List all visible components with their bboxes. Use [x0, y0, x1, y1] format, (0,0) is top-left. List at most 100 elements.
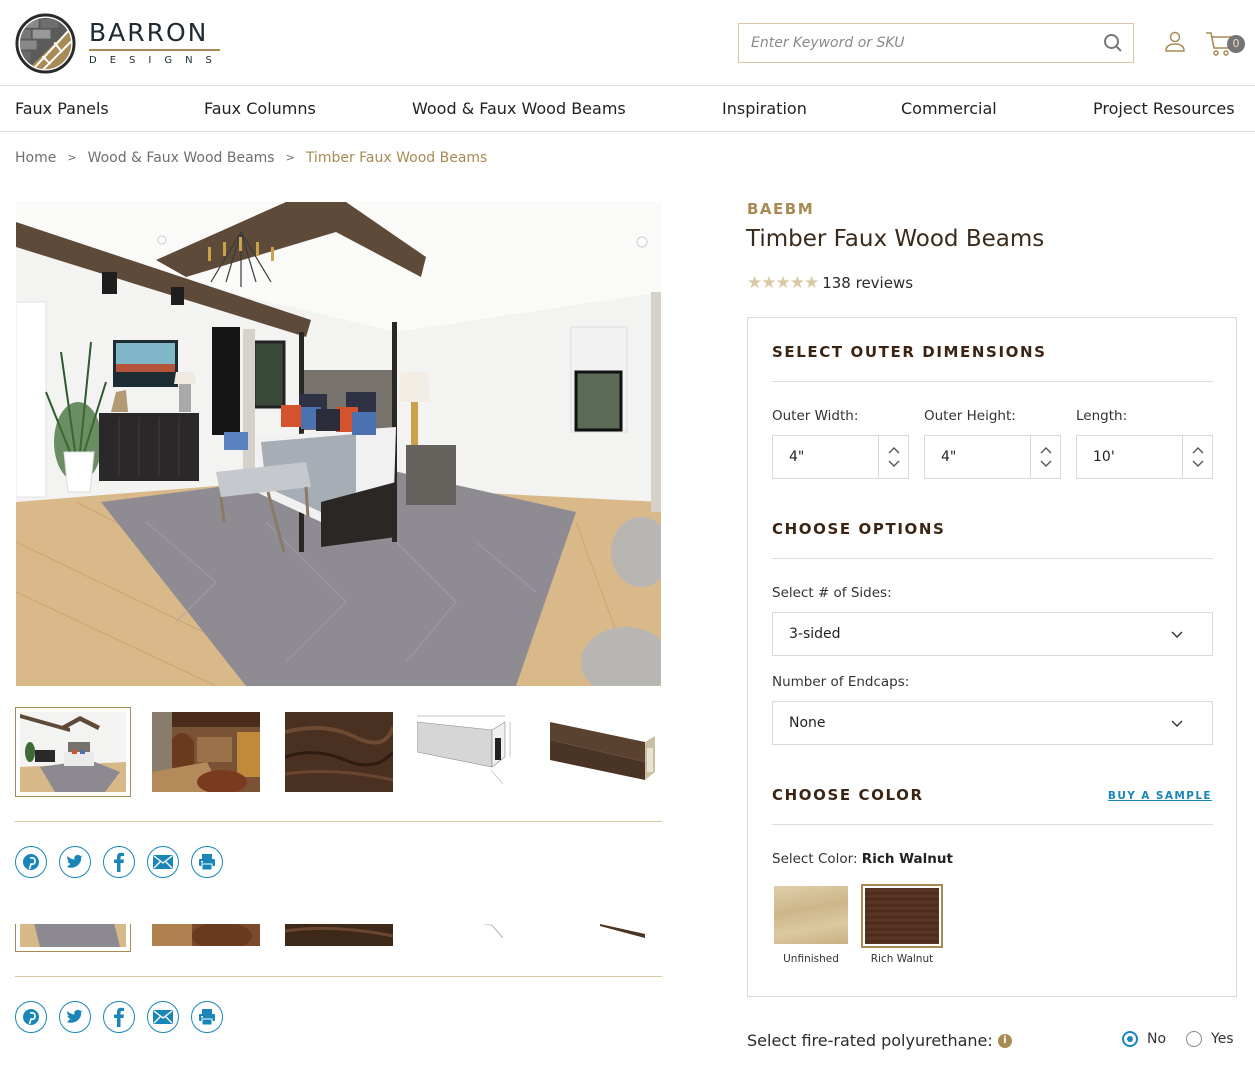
breadcrumb-home[interactable]: Home [15, 150, 56, 166]
account-button[interactable] [1163, 30, 1187, 54]
color-heading: CHOOSE COLOR [772, 786, 924, 804]
thumbnail-strip-duplicate [15, 924, 665, 952]
info-icon[interactable]: i [997, 1033, 1012, 1048]
fire-rated-label: Select fire-rated polyurethane: [747, 1031, 993, 1050]
thumbnail-bedroom[interactable] [15, 707, 131, 797]
gallery-divider [15, 976, 662, 977]
bedroom-scene-image [16, 202, 661, 686]
pinterest-icon [23, 1009, 39, 1025]
endcaps-select[interactable]: None [772, 701, 1213, 745]
thumbnail-wine-room[interactable] [152, 712, 260, 792]
length-stepper[interactable]: 10' [1076, 435, 1213, 479]
breadcrumb-separator: > [67, 151, 77, 164]
chevron-down-icon[interactable] [887, 459, 901, 468]
thumbnail-dimension-diagram[interactable] [417, 924, 525, 946]
buy-sample-link[interactable]: BUY A SAMPLE [1108, 790, 1212, 802]
nav-item-wood-beams[interactable]: Wood & Faux Wood Beams [412, 99, 626, 118]
share-buttons-duplicate [15, 1001, 223, 1033]
user-icon [1165, 31, 1185, 52]
chevron-down-icon [1171, 631, 1183, 638]
swatch-rich-walnut[interactable] [861, 884, 943, 948]
sides-select[interactable]: 3-sided [772, 612, 1213, 656]
thumbnail-dimension-diagram[interactable] [417, 712, 525, 792]
outer-width-value[interactable]: 4" [773, 436, 878, 478]
search-input[interactable] [739, 24, 1093, 62]
thumbnail-beam-product[interactable] [550, 924, 658, 946]
unfinished-color-chip [774, 886, 848, 944]
endcaps-label: Number of Endcaps: [772, 674, 910, 690]
print-icon [199, 1009, 215, 1026]
share-twitter-button[interactable] [59, 1001, 91, 1033]
search-box [738, 23, 1134, 63]
twitter-icon [67, 854, 83, 868]
thumbnail-beam-product[interactable] [550, 712, 658, 792]
chevron-up-icon[interactable] [887, 446, 901, 455]
thumbnail-bedroom[interactable] [15, 924, 131, 952]
nav-item-commercial[interactable]: Commercial [901, 99, 997, 118]
share-pinterest-button[interactable] [15, 846, 47, 878]
email-icon [153, 1010, 173, 1024]
print-icon [199, 854, 215, 871]
breadcrumb-separator: > [285, 151, 295, 164]
nav-item-faux-panels[interactable]: Faux Panels [15, 99, 109, 118]
share-pinterest-button[interactable] [15, 1001, 47, 1033]
share-facebook-button[interactable] [103, 846, 135, 878]
search-icon [1104, 34, 1122, 52]
logo-divider [89, 49, 220, 51]
brand-logo[interactable]: BARRON DESIGNS [15, 13, 225, 74]
product-rating[interactable]: ★★★★★ 138 reviews [747, 273, 913, 293]
wood-texture-thumb-image [285, 712, 393, 792]
chevron-down-icon [1171, 720, 1183, 727]
chevron-down-icon[interactable] [1039, 459, 1053, 468]
beam-product-thumb-image [550, 712, 658, 792]
wine-room-thumb-image [152, 924, 260, 946]
outer-width-stepper[interactable]: 4" [772, 435, 909, 479]
share-email-button[interactable] [147, 846, 179, 878]
breadcrumb-current: Timber Faux Wood Beams [305, 150, 488, 166]
select-color-prefix: Select Color: [772, 851, 858, 867]
swatch-label-rich-walnut: Rich Walnut [870, 953, 934, 965]
bedroom-thumb-image [20, 712, 126, 792]
share-print-button[interactable] [191, 1001, 223, 1033]
chevron-up-icon[interactable] [1039, 446, 1053, 455]
share-email-button[interactable] [147, 1001, 179, 1033]
thumbnail-wood-texture[interactable] [285, 924, 393, 946]
search-button[interactable] [1093, 24, 1133, 62]
sides-label: Select # of Sides: [772, 585, 892, 601]
rich-walnut-color-chip [865, 888, 939, 944]
endcaps-selected-value: None [789, 715, 826, 731]
share-twitter-button[interactable] [59, 846, 91, 878]
chevron-up-icon[interactable] [1191, 446, 1205, 455]
dimension-diagram-thumb-image [417, 924, 525, 946]
star-rating-icon: ★★★★★ [747, 273, 819, 293]
beam-product-thumb-image [550, 924, 658, 946]
nav-item-inspiration[interactable]: Inspiration [722, 99, 807, 118]
share-facebook-button[interactable] [103, 1001, 135, 1033]
breadcrumb-category[interactable]: Wood & Faux Wood Beams [88, 150, 275, 166]
cart-button[interactable]: 0 [1205, 31, 1245, 57]
breadcrumb: Home > Wood & Faux Wood Beams > Timber F… [15, 150, 487, 166]
thumbnail-strip [15, 707, 665, 797]
email-icon [153, 855, 173, 869]
fire-rated-no-radio[interactable]: No [1122, 1031, 1166, 1047]
dimensions-heading: SELECT OUTER DIMENSIONS [772, 343, 1047, 361]
nav-item-faux-columns[interactable]: Faux Columns [204, 99, 316, 118]
thumbnail-wood-texture[interactable] [285, 712, 393, 792]
nav-item-project-resources[interactable]: Project Resources [1093, 99, 1235, 118]
fire-rated-yes-radio[interactable]: Yes [1186, 1031, 1234, 1047]
share-print-button[interactable] [191, 846, 223, 878]
outer-height-value[interactable]: 4" [925, 436, 1030, 478]
facebook-icon [114, 1007, 124, 1027]
main-product-image[interactable] [16, 202, 661, 686]
gallery-divider [15, 821, 662, 822]
length-value[interactable]: 10' [1077, 436, 1182, 478]
outer-height-stepper[interactable]: 4" [924, 435, 1061, 479]
fire-rated-row: Select fire-rated polyurethane: i [747, 1031, 1012, 1050]
outer-height-label: Outer Height: [924, 408, 1016, 424]
thumbnail-wine-room[interactable] [152, 924, 260, 946]
chevron-down-icon[interactable] [1191, 459, 1205, 468]
fire-rated-no-label: No [1147, 1031, 1167, 1047]
reviews-link[interactable]: 138 reviews [822, 274, 913, 292]
swatch-unfinished[interactable] [774, 886, 848, 944]
radio-checked-icon [1122, 1031, 1138, 1047]
